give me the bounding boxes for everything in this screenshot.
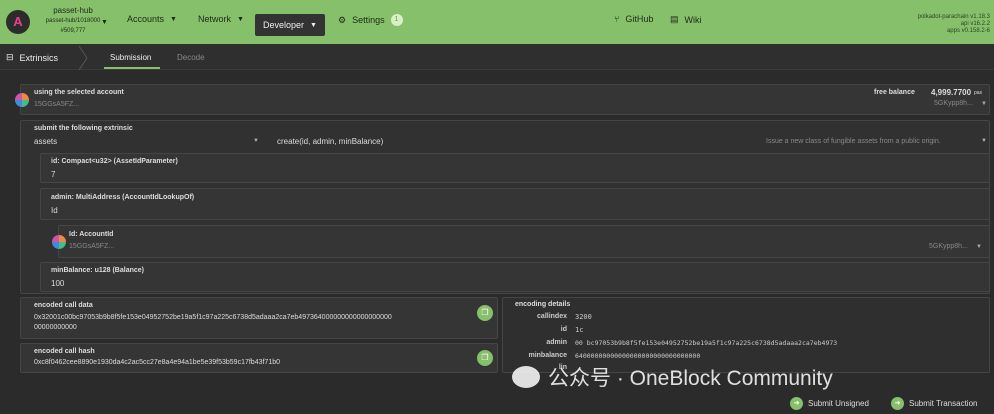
version-line: apps v0.158.2-6 xyxy=(946,28,990,34)
account-short-address: 5GKypp8h... xyxy=(934,100,973,107)
app-logo-icon[interactable]: A xyxy=(6,10,30,34)
account-selector[interactable]: using the selected account 15GGsA5FZ... … xyxy=(15,84,990,115)
accountid-identicon xyxy=(52,235,66,249)
version-line: api v16.2.2 xyxy=(960,21,990,27)
detail-key: callindex xyxy=(537,313,567,320)
account-address: 15GGsA5FZ... xyxy=(34,101,80,108)
balance-unit: pas xyxy=(974,90,983,96)
balance-value: 4,999.7700 xyxy=(931,88,972,97)
param-label: id: Compact<u32> (AssetIdParameter) xyxy=(51,158,178,165)
detail-value: 00 bc97053b9b8f5fe153e04952752be19a5f1c9… xyxy=(575,339,838,347)
tab-submission[interactable]: Submission xyxy=(110,53,151,62)
param-label: minBalance: u128 (Balance) xyxy=(51,267,144,274)
param-accountid[interactable]: Id: AccountId 15GGsA5FZ... 5GKypp8h... ▼ xyxy=(52,225,990,258)
encoded-call-label: encoded call data xyxy=(34,302,93,309)
param-id[interactable]: id: Compact<u32> (AssetIdParameter) 7 xyxy=(40,153,990,183)
nav-network-label: Network xyxy=(198,14,232,24)
nav-developer[interactable]: Developer ▼ xyxy=(255,14,325,36)
nav-settings[interactable]: ⚙ Settings 1 xyxy=(338,14,403,26)
nav-github[interactable]: ⑂ GitHub xyxy=(614,14,653,24)
tab-decode[interactable]: Decode xyxy=(177,53,205,62)
active-tab-indicator xyxy=(104,67,160,69)
tab-bar: ⊟ Extrinsics Submission Decode xyxy=(0,44,994,70)
pallet-select[interactable]: assets xyxy=(34,137,57,146)
nav-wiki[interactable]: ▤ Wiki xyxy=(670,14,702,25)
chain-name: passet-hub xyxy=(53,6,93,15)
chain-selector[interactable]: passet-hub passet-hub/1018000 #509,777 xyxy=(38,6,108,36)
extrinsics-icon: ⊟ xyxy=(6,52,14,62)
encoded-call-value: 0x32001c00bc97053b9b8f5fe153e04952752be1… xyxy=(34,314,392,321)
param-value: 100 xyxy=(51,279,65,288)
book-icon: ▤ xyxy=(670,14,679,24)
balance-label: free balance xyxy=(874,89,915,96)
settings-icon: ⚙ xyxy=(338,14,347,25)
chain-block: #509,777 xyxy=(60,28,86,34)
param-minbalance[interactable]: minBalance: u128 (Balance) 100 xyxy=(40,262,990,292)
submit-transaction-label: Submit Transaction xyxy=(909,399,978,408)
param-value: Id xyxy=(51,206,58,215)
top-bar: A passet-hub passet-hub/1018000 #509,777… xyxy=(0,0,994,44)
chevron-down-icon: ▼ xyxy=(170,15,177,23)
detail-key: id xyxy=(560,326,567,333)
wechat-icon xyxy=(512,366,540,388)
detail-key: minbalance xyxy=(528,352,567,359)
nav-wiki-label: Wiki xyxy=(684,14,702,25)
sign-in-icon: ➜ xyxy=(891,397,904,410)
copy-icon[interactable]: ❐ xyxy=(477,305,493,321)
nav-network[interactable]: Network ▼ xyxy=(198,14,244,24)
chevron-down-icon[interactable]: ▼ xyxy=(981,138,987,144)
github-icon: ⑂ xyxy=(614,14,620,24)
nav-accounts-label: Accounts xyxy=(127,14,165,24)
param-value: 15GGsA5FZ... xyxy=(69,243,115,250)
param-label: Id: AccountId xyxy=(69,231,114,238)
param-value: 7 xyxy=(51,170,56,179)
chevron-down-icon: ▼ xyxy=(976,244,982,250)
nav-developer-label: Developer xyxy=(263,20,305,30)
account-label: using the selected account xyxy=(34,89,124,96)
param-label: admin: MultiAddress (AccountIdLookupOf) xyxy=(51,194,195,201)
encoded-call-data: encoded call data 0x32001c00bc97053b9b8f… xyxy=(20,297,498,339)
call-description: Issue a new class of fungible assets fro… xyxy=(766,138,941,145)
chevron-down-icon[interactable]: ▼ xyxy=(101,19,108,26)
sign-in-icon: ➜ xyxy=(790,397,803,410)
submit-unsigned-button[interactable]: ➜ Submit Unsigned xyxy=(790,397,869,410)
version-line: polkadot-parachain v1.18.3 xyxy=(917,14,990,20)
nav-github-label: GitHub xyxy=(625,14,654,24)
version-info: polkadot-parachain v1.18.3 api v16.2.2 a… xyxy=(918,14,990,35)
accountid-short: 5GKypp8h... xyxy=(929,243,968,250)
chevron-down-icon: ▼ xyxy=(237,15,244,23)
details-label: encoding details xyxy=(515,301,571,308)
encoded-call-value-cont: 00000000000 xyxy=(34,324,77,331)
encoded-call-hash: encoded call hash 0xc8f0462cee8890e1930d… xyxy=(20,343,498,373)
detail-value: 64000000000000000000000000000000 xyxy=(575,352,701,360)
detail-key: admin xyxy=(546,339,567,346)
section-label: Extrinsics xyxy=(19,52,59,63)
copy-icon[interactable]: ❐ xyxy=(477,350,493,366)
param-admin[interactable]: admin: MultiAddress (AccountIdLookupOf) … xyxy=(40,188,990,220)
settings-badge: 1 xyxy=(390,14,403,26)
encoded-hash-label: encoded call hash xyxy=(34,348,95,355)
extrinsic-label: submit the following extrinsic xyxy=(34,125,133,132)
watermark: 公众号 · OneBlock Community xyxy=(512,362,833,392)
chevron-down-icon: ▼ xyxy=(310,21,317,29)
watermark-text: 公众号 · OneBlock Community xyxy=(548,367,833,390)
section-extrinsics[interactable]: ⊟ Extrinsics xyxy=(6,52,58,63)
nav-settings-label: Settings xyxy=(352,15,385,25)
detail-value: 3200 xyxy=(575,313,592,321)
encoded-hash-value: 0xc8f0462cee8890e1930da4c2ac5cc27e8a4e94… xyxy=(34,359,281,366)
chevron-down-icon[interactable]: ▼ xyxy=(253,138,259,144)
account-identicon xyxy=(15,93,29,107)
chevron-down-icon: ▼ xyxy=(981,101,987,107)
breadcrumb-separator-icon xyxy=(78,46,88,70)
chain-network: passet-hub/1018000 xyxy=(45,18,101,24)
submit-unsigned-label: Submit Unsigned xyxy=(808,399,869,408)
nav-accounts[interactable]: Accounts ▼ xyxy=(127,14,177,24)
detail-value: 1c xyxy=(575,326,584,334)
submit-transaction-button[interactable]: ➜ Submit Transaction xyxy=(891,397,977,410)
call-select[interactable]: create(id, admin, minBalance) xyxy=(277,137,383,146)
